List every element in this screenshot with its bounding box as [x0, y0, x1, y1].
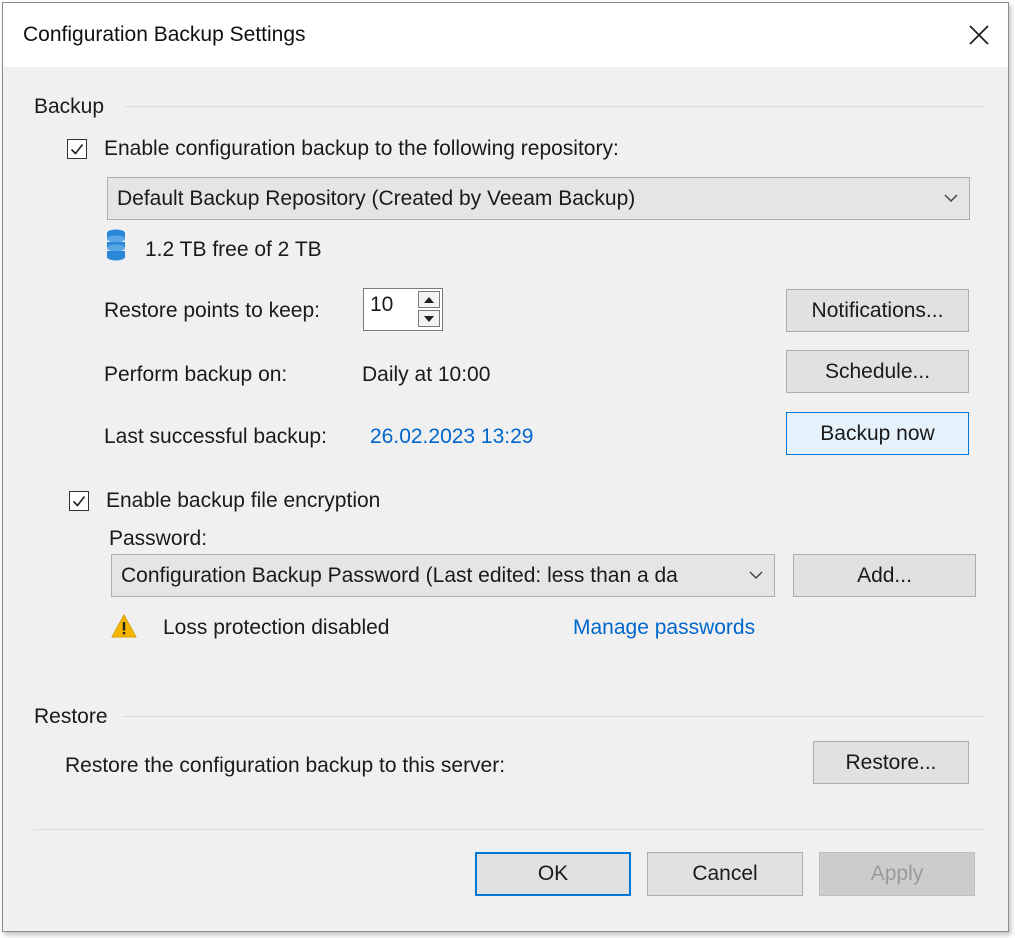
arrow-down-icon: [424, 315, 434, 322]
chevron-down-icon: [749, 571, 763, 580]
restore-points-value: 10: [370, 293, 394, 316]
restore-section-divider: [123, 716, 985, 717]
close-icon: [969, 25, 989, 45]
ok-button[interactable]: OK: [475, 852, 631, 896]
restore-points-stepper[interactable]: 10: [363, 288, 443, 331]
last-backup-label: Last successful backup:: [104, 425, 327, 448]
password-dropdown[interactable]: Configuration Backup Password (Last edit…: [111, 554, 775, 597]
stepper-down-button[interactable]: [418, 310, 440, 327]
perform-backup-label: Perform backup on:: [104, 363, 288, 386]
warning-icon: [111, 614, 137, 638]
password-label: Password:: [109, 527, 208, 550]
enable-backup-label: Enable configuration backup to the follo…: [104, 137, 619, 160]
password-value: Configuration Backup Password (Last edit…: [121, 564, 678, 587]
storage-info: 1.2 TB free of 2 TB: [145, 238, 322, 261]
apply-button[interactable]: Apply: [819, 852, 975, 896]
backup-now-button[interactable]: Backup now: [786, 412, 969, 455]
restore-points-label: Restore points to keep:: [104, 299, 320, 322]
title-bar: Configuration Backup Settings: [3, 3, 1008, 67]
repository-value: Default Backup Repository (Created by Ve…: [117, 187, 636, 210]
notifications-button[interactable]: Notifications...: [786, 289, 969, 332]
perform-backup-value: Daily at 10:00: [362, 363, 491, 386]
backup-section-label: Backup: [34, 95, 105, 118]
configuration-backup-settings-dialog: Configuration Backup Settings Backup Ena…: [2, 2, 1009, 932]
add-password-button[interactable]: Add...: [793, 554, 976, 597]
dialog-title: Configuration Backup Settings: [23, 23, 306, 46]
schedule-button[interactable]: Schedule...: [786, 350, 969, 393]
manage-passwords-link[interactable]: Manage passwords: [573, 616, 755, 640]
database-icon: [107, 229, 125, 261]
checkmark-icon: [72, 496, 86, 507]
enable-encryption-label: Enable backup file encryption: [106, 489, 381, 512]
stepper-arrows: [418, 291, 440, 328]
repository-dropdown[interactable]: Default Backup Repository (Created by Ve…: [107, 177, 970, 220]
cancel-button[interactable]: Cancel: [647, 852, 803, 896]
stepper-up-button[interactable]: [418, 291, 440, 308]
last-backup-link[interactable]: 26.02.2023 13:29: [370, 425, 534, 449]
backup-section-divider: [125, 106, 985, 107]
restore-description: Restore the configuration backup to this…: [65, 754, 506, 777]
arrow-up-icon: [424, 296, 434, 303]
enable-encryption-checkbox[interactable]: [69, 491, 89, 511]
loss-protection-warning: Loss protection disabled: [163, 616, 390, 639]
chevron-down-icon: [944, 194, 958, 203]
checkmark-icon: [70, 144, 84, 155]
close-button[interactable]: [961, 17, 997, 53]
footer-divider: [34, 829, 985, 830]
enable-backup-checkbox[interactable]: [67, 139, 87, 159]
restore-section-label: Restore: [34, 705, 108, 728]
restore-button[interactable]: Restore...: [813, 741, 969, 784]
